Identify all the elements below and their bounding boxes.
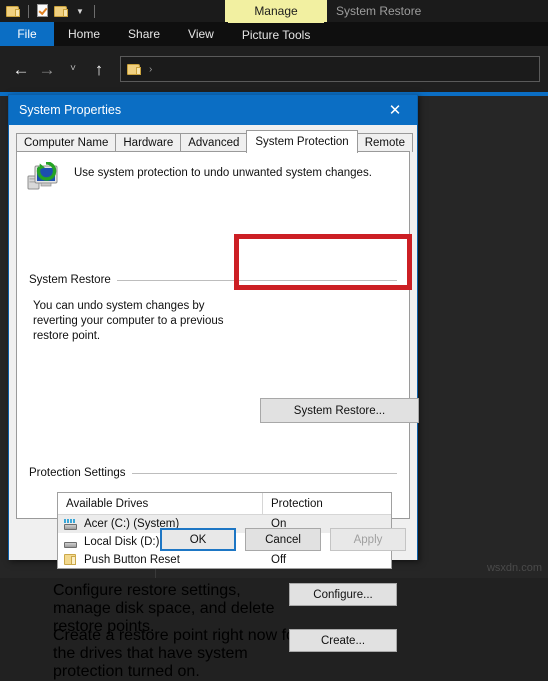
new-folder-icon[interactable] <box>54 5 69 18</box>
group-divider-line-2 <box>131 472 397 474</box>
system-restore-description: You can undo system changes by reverting… <box>33 300 224 342</box>
tab-remote-label: Remote <box>364 137 405 149</box>
ok-button-label: OK <box>189 533 207 546</box>
cancel-button[interactable]: Cancel <box>245 528 321 551</box>
tab-hardware[interactable]: Hardware <box>115 133 182 152</box>
tab-computer-name-label: Computer Name <box>24 137 109 149</box>
cancel-button-label: Cancel <box>265 533 301 546</box>
forward-icon[interactable]: → <box>34 54 60 84</box>
ribbon-tab-share-label: Share <box>128 27 161 41</box>
tab-system-protection[interactable]: System Protection <box>246 130 358 153</box>
create-button[interactable]: Create... <box>289 629 397 652</box>
address-folder-icon <box>127 63 142 76</box>
address-bar[interactable]: › <box>120 56 540 82</box>
group-system-restore-header: System Restore <box>29 274 397 286</box>
ribbon-tab-strip: File Home Share View Picture Tools <box>0 22 548 46</box>
toolbar-divider <box>28 4 29 18</box>
create-description: Create a restore point right now for the… <box>53 627 301 680</box>
customize-dropdown-icon[interactable]: ▼ <box>73 8 87 16</box>
contextual-tab-manage[interactable]: Manage <box>225 0 327 22</box>
window-title-text: System Restore <box>336 4 422 18</box>
ribbon-tab-file-label: File <box>17 27 37 41</box>
navigation-bar: ← → ˅ ↑ › <box>0 46 548 92</box>
ribbon-tab-share[interactable]: Share <box>114 22 174 46</box>
tab-advanced-label: Advanced <box>188 137 240 149</box>
system-restore-button[interactable]: System Restore... <box>260 398 419 423</box>
tab-computer-name[interactable]: Computer Name <box>16 133 117 152</box>
toolbar-divider-2 <box>94 4 95 18</box>
tab-system-protection-label: System Protection <box>255 136 349 148</box>
intro-row: Use system protection to undo unwanted s… <box>26 161 372 196</box>
system-protection-tab-page: Use system protection to undo unwanted s… <box>16 151 419 680</box>
breadcrumb-separator-icon: › <box>149 63 153 75</box>
ribbon-tab-picture-tools-label: Picture Tools <box>241 27 311 42</box>
system-protection-icon <box>26 161 62 196</box>
dialog-title: System Properties <box>19 103 122 117</box>
system-properties-dialog: System Properties ✕ Computer Name Hardwa… <box>8 94 419 680</box>
column-header-available-drives[interactable]: Available Drives <box>58 493 263 514</box>
recent-locations-chevron-down-icon[interactable]: ˅ <box>60 54 86 84</box>
properties-checkmark-icon[interactable] <box>36 4 50 18</box>
ribbon-tab-picture-tools[interactable]: Picture Tools <box>227 22 325 46</box>
create-button-label: Create... <box>320 634 366 647</box>
tab-advanced[interactable]: Advanced <box>180 133 248 152</box>
ribbon-tab-view[interactable]: View <box>174 22 228 46</box>
ok-button[interactable]: OK <box>160 528 236 551</box>
apply-button-label: Apply <box>353 533 383 546</box>
up-icon[interactable]: ↑ <box>86 54 112 84</box>
watermark: wsxdn.com <box>486 562 542 574</box>
group-protection-settings-title: Protection Settings <box>29 467 126 479</box>
contextual-tab-label: Manage <box>254 4 298 18</box>
ribbon-tab-home-label: Home <box>68 27 101 41</box>
tab-remote[interactable]: Remote <box>356 133 413 152</box>
column-header-protection[interactable]: Protection <box>263 493 391 514</box>
ribbon-tab-view-label: View <box>188 27 214 41</box>
explorer-window-title: System Restore <box>336 0 421 22</box>
dialog-titlebar[interactable]: System Properties ✕ <box>9 95 417 125</box>
ribbon-tab-home[interactable]: Home <box>54 22 114 46</box>
folder-icon[interactable] <box>6 5 21 18</box>
apply-button: Apply <box>330 528 406 551</box>
group-protection-settings-header: Protection Settings <box>29 467 397 479</box>
intro-text: Use system protection to undo unwanted s… <box>74 167 372 179</box>
dialog-footer-buttons: OK Cancel Apply <box>9 519 417 560</box>
group-divider-line <box>116 279 397 281</box>
quick-access-icons: ▼ <box>0 4 98 18</box>
close-icon[interactable]: ✕ <box>373 95 417 125</box>
group-system-restore-title: System Restore <box>29 274 111 286</box>
back-icon[interactable]: ← <box>8 54 34 84</box>
dialog-tab-strip: Computer Name Hardware Advanced System P… <box>16 130 413 153</box>
tab-hardware-label: Hardware <box>123 137 174 149</box>
dialog-content: Computer Name Hardware Advanced System P… <box>9 125 419 680</box>
system-restore-button-label: System Restore... <box>293 404 386 417</box>
ribbon-tab-file[interactable]: File <box>0 22 54 46</box>
configure-button[interactable]: Configure... <box>289 583 397 606</box>
configure-button-label: Configure... <box>313 588 373 601</box>
table-header-row: Available Drives Protection <box>58 493 391 515</box>
